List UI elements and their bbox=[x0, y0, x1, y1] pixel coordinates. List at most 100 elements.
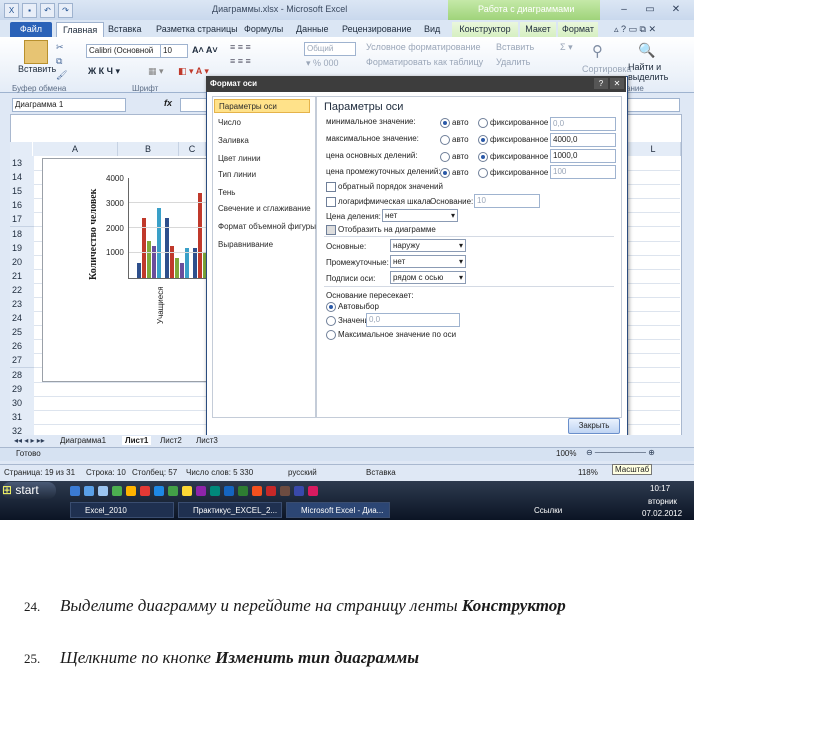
tab-file[interactable]: Файл bbox=[10, 22, 52, 37]
start-button[interactable]: ⊞ start bbox=[2, 482, 56, 499]
row-header[interactable]: 24 bbox=[10, 311, 34, 327]
nav-3d-format[interactable]: Формат объемной фигуры bbox=[218, 222, 316, 231]
nav-fill[interactable]: Заливка bbox=[218, 136, 249, 145]
find-icon[interactable]: 🔍 bbox=[638, 42, 655, 59]
row-header[interactable]: 17 bbox=[10, 212, 34, 228]
chart-bar[interactable] bbox=[152, 245, 156, 278]
tab-view[interactable]: Вид bbox=[424, 22, 440, 37]
quick-launch-icon[interactable] bbox=[252, 486, 262, 496]
row-header[interactable]: 29 bbox=[10, 381, 34, 397]
minor-value-input[interactable]: 100 bbox=[550, 165, 616, 179]
log-scale-checkbox[interactable] bbox=[326, 197, 336, 207]
task-word-doc[interactable]: Практикус_EXCEL_2... bbox=[178, 502, 282, 518]
col-header-b[interactable]: B bbox=[118, 142, 179, 156]
row-header[interactable]: 27 bbox=[10, 353, 34, 369]
row-header[interactable]: 22 bbox=[10, 282, 34, 298]
chart-bar[interactable] bbox=[175, 258, 179, 278]
sheet-tab-chart1[interactable]: Диаграмма1 bbox=[60, 436, 106, 445]
quick-launch-icon[interactable] bbox=[126, 486, 136, 496]
chart-bar[interactable] bbox=[180, 263, 184, 278]
save-icon[interactable]: ▪ bbox=[22, 3, 37, 18]
row-header[interactable]: 16 bbox=[10, 198, 34, 214]
quick-launch-icon[interactable] bbox=[266, 486, 276, 496]
close-icon[interactable]: ✕ bbox=[666, 2, 686, 17]
delete-cells-button[interactable]: Удалить bbox=[496, 57, 530, 67]
sheet-tab-list1[interactable]: Лист1 bbox=[122, 436, 152, 445]
chart-bar[interactable] bbox=[137, 263, 141, 278]
tab-format[interactable]: Формат bbox=[558, 22, 598, 37]
conditional-format-button[interactable]: Условное форматирование bbox=[366, 42, 481, 52]
copy-icon[interactable]: ⧉ bbox=[56, 56, 62, 67]
quick-launch-icon[interactable] bbox=[154, 486, 164, 496]
cross-max-radio[interactable] bbox=[326, 330, 336, 340]
task-excel-window[interactable]: Microsoft Excel - Диа... bbox=[286, 502, 390, 518]
quick-launch-icon[interactable] bbox=[182, 486, 192, 496]
quick-launch-icon[interactable] bbox=[112, 486, 122, 496]
quick-launch-icon[interactable] bbox=[70, 486, 80, 496]
minimize-icon[interactable]: – bbox=[614, 2, 634, 17]
row-header[interactable]: 31 bbox=[10, 409, 34, 425]
min-value-input[interactable]: 0,0 bbox=[550, 117, 616, 131]
chart-bar[interactable] bbox=[198, 193, 202, 278]
row-header[interactable]: 23 bbox=[10, 297, 34, 312]
minor-auto-radio[interactable] bbox=[440, 168, 450, 178]
format-table-button[interactable]: Форматировать как таблицу bbox=[366, 57, 483, 67]
col-header-c[interactable]: C bbox=[179, 142, 206, 156]
row-header[interactable]: 19 bbox=[10, 240, 34, 256]
major-auto-radio[interactable] bbox=[440, 152, 450, 162]
max-auto-radio[interactable] bbox=[440, 135, 450, 145]
bold-italic-underline-buttons[interactable]: Ж К Ч ▾ bbox=[88, 66, 120, 77]
cross-value-input[interactable]: 0,0 bbox=[366, 313, 460, 327]
cross-value-radio[interactable] bbox=[326, 316, 336, 326]
excel-zoom-slider[interactable]: ⊖ ───────── ⊕ bbox=[586, 448, 674, 458]
format-painter-icon[interactable]: 🖌 bbox=[56, 70, 67, 81]
font-name-select[interactable]: Calibri (Основной bbox=[86, 44, 162, 58]
fx-label[interactable]: fx bbox=[164, 98, 172, 108]
sum-icon[interactable]: Σ ▾ bbox=[560, 42, 573, 53]
minor-fixed-radio[interactable] bbox=[478, 168, 488, 178]
nav-number[interactable]: Число bbox=[218, 118, 241, 127]
chart-bar[interactable] bbox=[147, 240, 151, 278]
sheet-tab-list2[interactable]: Лист2 bbox=[160, 436, 182, 445]
fill-font-color-icon[interactable]: ◧ ▾ A ▾ bbox=[178, 66, 209, 77]
name-box[interactable]: Диаграмма 1 bbox=[12, 98, 126, 112]
help-icon[interactable]: ▵ ? ▭ ⧉ ✕ bbox=[614, 24, 656, 35]
row-header[interactable]: 21 bbox=[10, 268, 34, 284]
quick-launch-icon[interactable] bbox=[210, 486, 220, 496]
min-auto-radio[interactable] bbox=[440, 118, 450, 128]
select-all-corner[interactable] bbox=[10, 142, 32, 156]
display-units-select[interactable]: нет bbox=[382, 209, 458, 222]
log-base-input[interactable]: 10 bbox=[474, 194, 540, 208]
reverse-order-checkbox[interactable] bbox=[326, 182, 336, 192]
nav-line-style[interactable]: Тип линии bbox=[218, 170, 256, 179]
axis-labels-select[interactable]: рядом с осью bbox=[390, 271, 466, 284]
tab-formulas[interactable]: Формулы bbox=[244, 22, 283, 37]
min-fixed-radio[interactable] bbox=[478, 118, 488, 128]
max-fixed-radio[interactable] bbox=[478, 135, 488, 145]
font-size-select[interactable]: 10 bbox=[160, 44, 188, 58]
sheet-nav-icons[interactable]: ◂◂ ◂ ▸ ▸▸ bbox=[14, 436, 45, 445]
quick-launch-icon[interactable] bbox=[196, 486, 206, 496]
tab-layout[interactable]: Макет bbox=[520, 22, 556, 37]
tab-home[interactable]: Главная bbox=[56, 22, 105, 38]
row-header[interactable]: 26 bbox=[10, 339, 34, 355]
undo-icon[interactable]: ↶ bbox=[40, 3, 55, 18]
col-header-l[interactable]: L bbox=[626, 142, 681, 156]
links-toolbar[interactable]: Ссылки bbox=[534, 506, 562, 515]
row-header[interactable]: 30 bbox=[10, 395, 34, 411]
nav-line-color[interactable]: Цвет линии bbox=[218, 154, 261, 163]
percent-icon[interactable]: ▾ % 000 bbox=[306, 58, 339, 69]
quick-launch-icon[interactable] bbox=[224, 486, 234, 496]
sort-button[interactable]: Сортировка bbox=[582, 64, 631, 74]
tab-insert[interactable]: Вставка bbox=[108, 22, 141, 37]
chart-bar[interactable] bbox=[170, 245, 174, 278]
row-header[interactable]: 25 bbox=[10, 325, 34, 341]
quick-launch-icon[interactable] bbox=[140, 486, 150, 496]
dialog-help-icon[interactable]: ? bbox=[594, 78, 608, 89]
tab-review[interactable]: Рецензирование bbox=[342, 22, 412, 37]
quick-launch-icon[interactable] bbox=[98, 486, 108, 496]
quick-launch-icon[interactable] bbox=[308, 486, 318, 496]
chart-bar[interactable] bbox=[157, 208, 161, 278]
col-header-a[interactable]: A bbox=[33, 142, 118, 156]
redo-icon[interactable]: ↷ bbox=[58, 3, 73, 18]
